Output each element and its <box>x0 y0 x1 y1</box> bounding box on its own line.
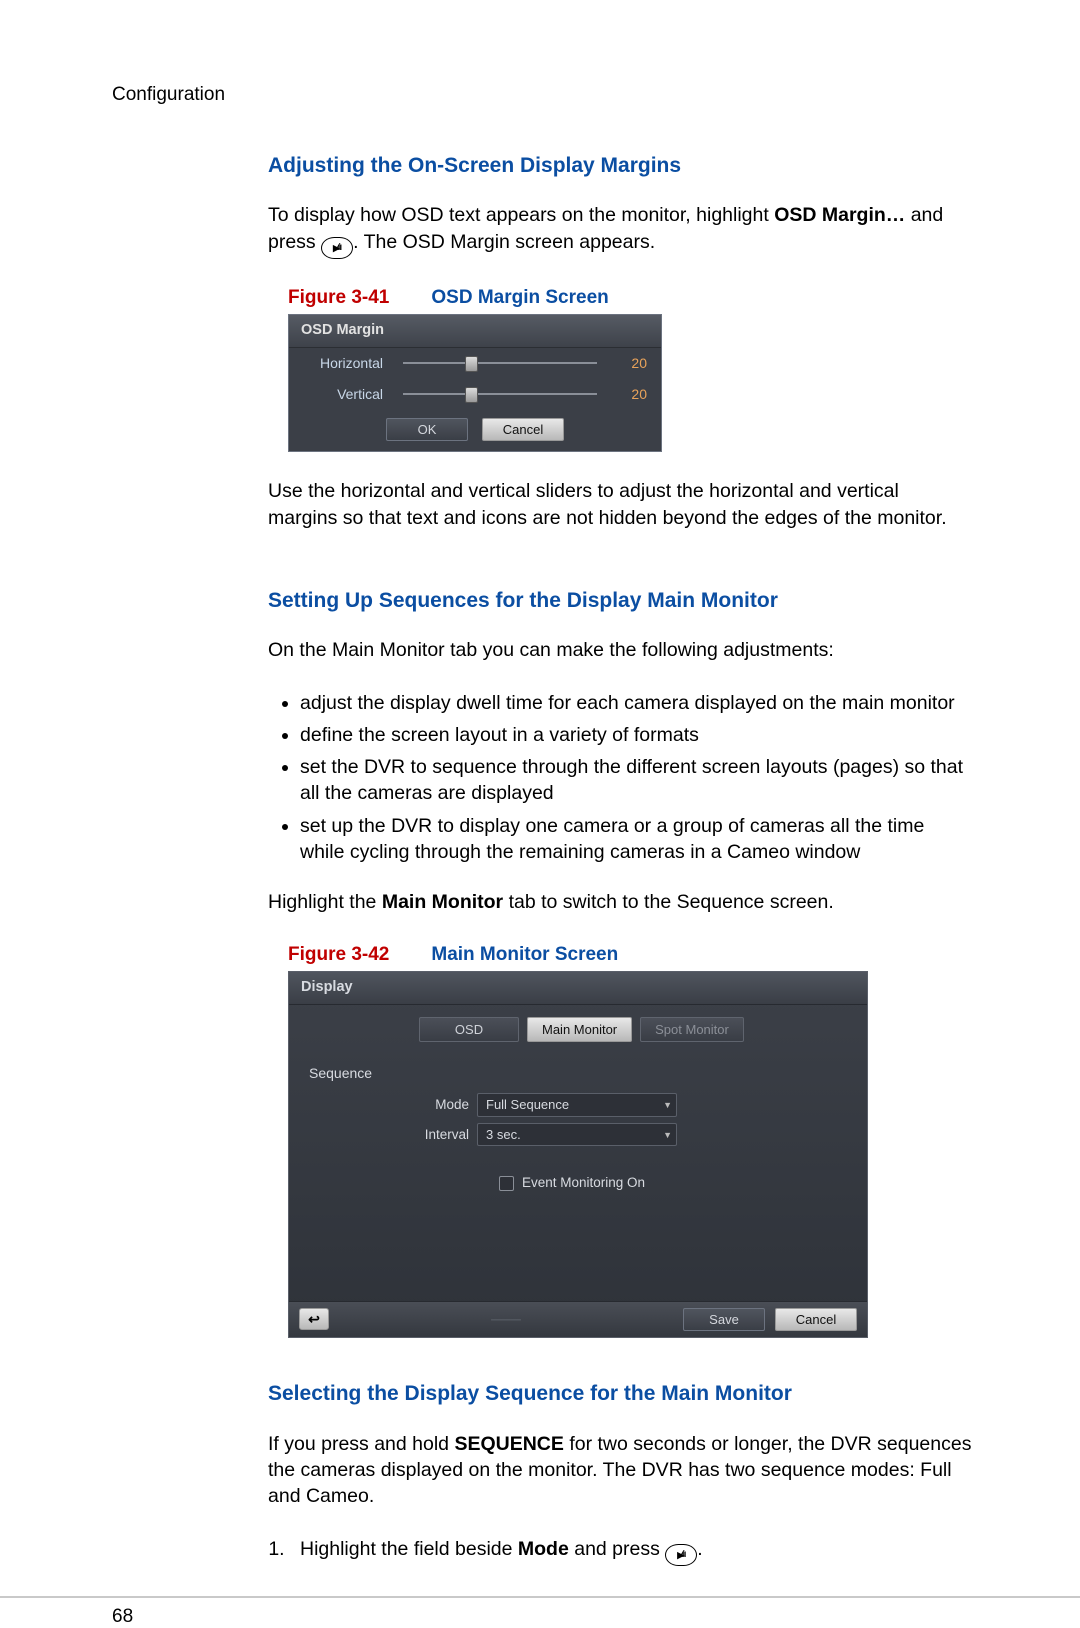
figure-title: Main Monitor Screen <box>431 944 618 965</box>
save-button[interactable]: Save <box>683 1308 765 1332</box>
paragraph: Highlight the Main Monitor tab to switch… <box>268 889 972 915</box>
heading-setup-sequences: Setting Up Sequences for the Display Mai… <box>268 587 972 615</box>
enter-icon <box>321 237 353 259</box>
slider-thumb[interactable] <box>465 387 478 403</box>
osd-label: Vertical <box>303 385 383 404</box>
tab-osd[interactable]: OSD <box>419 1017 519 1043</box>
osd-label: Horizontal <box>303 354 383 373</box>
paragraph: On the Main Monitor tab you can make the… <box>268 637 972 663</box>
paragraph: If you press and hold SEQUENCE for two s… <box>268 1431 972 1510</box>
horizontal-rule <box>0 1596 1080 1598</box>
numbered-list: Highlight the field beside Mode and pres… <box>290 1536 972 1566</box>
figure-title: OSD Margin Screen <box>431 287 608 308</box>
text: Highlight the field beside <box>300 1538 518 1560</box>
figure-number: Figure 3-42 <box>288 944 389 965</box>
mode-select[interactable]: Full Sequence ▼ <box>477 1093 677 1117</box>
heading-adjust-osd-margins: Adjusting the On-Screen Display Margins <box>268 152 972 180</box>
back-button[interactable]: ↩ <box>299 1308 329 1330</box>
main-monitor-screenshot: Display OSD Main Monitor Spot Monitor Se… <box>288 971 868 1338</box>
tab-main-monitor[interactable]: Main Monitor <box>527 1017 632 1043</box>
heading-selecting-sequence: Selecting the Display Sequence for the M… <box>268 1380 972 1408</box>
dvr-row-interval: Interval 3 sec. ▼ <box>409 1123 867 1147</box>
slider-thumb[interactable] <box>465 356 478 372</box>
text: and press <box>569 1538 665 1560</box>
dvr-window-title: Display <box>289 972 867 1005</box>
figure-number: Figure 3-41 <box>288 287 389 308</box>
dvr-row-event-monitoring: Event Monitoring On <box>499 1174 867 1192</box>
event-monitoring-checkbox[interactable] <box>499 1176 514 1191</box>
horizontal-slider[interactable] <box>403 362 597 364</box>
text: . The OSD Margin screen appears. <box>353 231 655 253</box>
chevron-down-icon: ▼ <box>663 1099 672 1111</box>
back-arrow-icon: ↩ <box>308 1310 320 1329</box>
osd-margin-screenshot: OSD Margin Horizontal 20 Vertical 20 OK … <box>288 314 662 452</box>
dvr-row-mode: Mode Full Sequence ▼ <box>409 1093 867 1117</box>
bullet-list: adjust the display dwell time for each c… <box>290 690 972 866</box>
paragraph: To display how OSD text appears on the m… <box>268 202 972 258</box>
checkbox-label: Event Monitoring On <box>522 1174 645 1192</box>
chevron-down-icon: ▼ <box>663 1129 672 1141</box>
select-value: 3 sec. <box>486 1127 521 1142</box>
text: If you press and hold <box>268 1433 454 1455</box>
text-bold: Mode <box>518 1538 569 1560</box>
osd-row-vertical: Vertical 20 <box>289 379 661 410</box>
paragraph: Use the horizontal and vertical sliders … <box>268 478 972 531</box>
text-bold: SEQUENCE <box>454 1433 563 1455</box>
text-bold: OSD Margin… <box>774 204 905 226</box>
osd-value: 20 <box>617 385 647 404</box>
select-value: Full Sequence <box>486 1097 569 1112</box>
cancel-button[interactable]: Cancel <box>775 1308 857 1332</box>
list-item: Highlight the field beside Mode and pres… <box>290 1536 972 1566</box>
list-item: set up the DVR to display one camera or … <box>300 813 972 866</box>
label-mode: Mode <box>409 1096 469 1114</box>
interval-select[interactable]: 3 sec. ▼ <box>477 1123 677 1147</box>
list-item: set the DVR to sequence through the diff… <box>300 754 972 807</box>
cancel-button[interactable]: Cancel <box>482 418 564 442</box>
figure-caption: Figure 3-41 OSD Margin Screen <box>288 285 972 311</box>
list-item: adjust the display dwell time for each c… <box>300 690 972 716</box>
page-header: Configuration <box>112 84 972 106</box>
ok-button[interactable]: OK <box>386 418 468 442</box>
osd-window-title: OSD Margin <box>289 315 661 348</box>
enter-icon <box>665 1544 697 1566</box>
dvr-section-label: Sequence <box>309 1064 867 1083</box>
text: . <box>697 1538 702 1560</box>
osd-row-horizontal: Horizontal 20 <box>289 348 661 379</box>
osd-value: 20 <box>617 354 647 373</box>
list-item: define the screen layout in a variety of… <box>300 722 972 748</box>
text: tab to switch to the Sequence screen. <box>503 891 834 913</box>
tab-spot-monitor[interactable]: Spot Monitor <box>640 1017 744 1043</box>
vertical-slider[interactable] <box>403 393 597 395</box>
label-interval: Interval <box>409 1126 469 1144</box>
dvr-footer: ↩ ─── Save Cancel <box>289 1301 867 1338</box>
text: Highlight the <box>268 891 382 913</box>
footer-spacer: ─── <box>329 1310 683 1329</box>
figure-caption: Figure 3-42 Main Monitor Screen <box>288 942 972 968</box>
page-number: 68 <box>112 1606 972 1628</box>
text-bold: Main Monitor <box>382 891 503 913</box>
text: To display how OSD text appears on the m… <box>268 204 774 226</box>
dvr-tabs: OSD Main Monitor Spot Monitor <box>419 1017 867 1043</box>
